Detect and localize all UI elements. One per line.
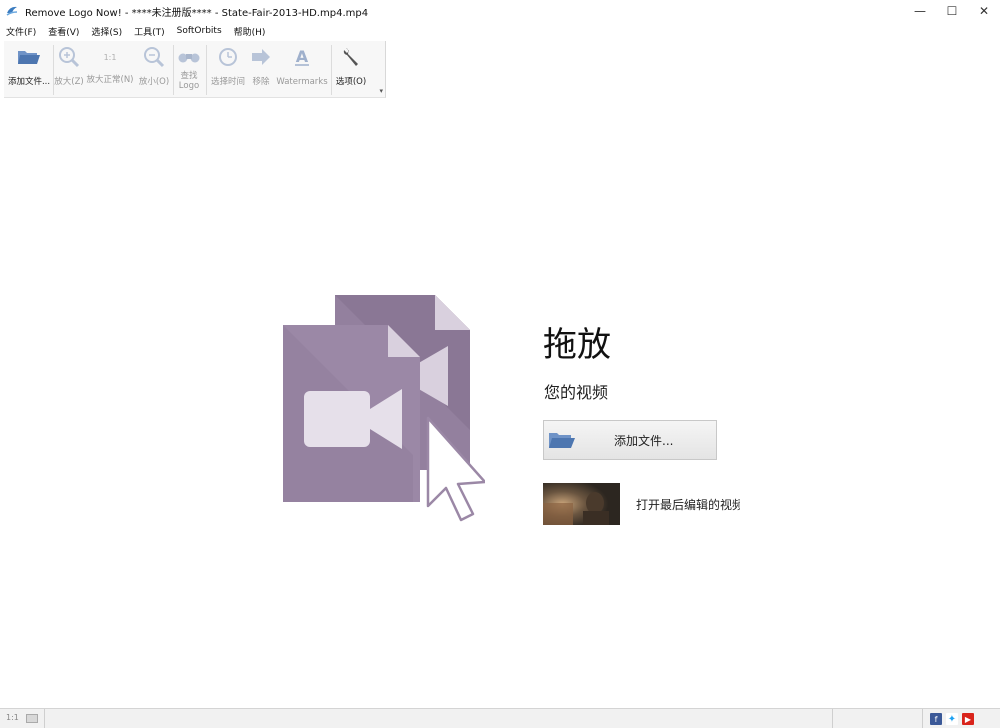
- actual-size-label: 放大正常(N): [86, 75, 134, 85]
- open-folder-icon: [549, 433, 575, 448]
- maximize-button[interactable]: ☐: [936, 0, 968, 22]
- menu-select[interactable]: 选择(S): [91, 25, 122, 38]
- window-controls: — ☐ ✕: [904, 0, 1000, 22]
- status-separator: [832, 709, 833, 728]
- add-file-label: 添加文件...: [7, 77, 51, 87]
- find-logo-button[interactable]: 查找 Logo: [175, 43, 203, 97]
- remove-button[interactable]: 移除: [249, 43, 273, 97]
- facebook-icon[interactable]: f: [930, 713, 942, 725]
- title-bar: Remove Logo Now! - ****未注册版**** - State-…: [0, 0, 1000, 22]
- status-separator: [922, 709, 923, 728]
- actual-size-button[interactable]: 1:1 放大正常(N): [85, 43, 135, 97]
- menu-help[interactable]: 帮助(H): [234, 25, 266, 38]
- drop-subtitle: 您的视频: [544, 383, 609, 402]
- watermarks-button[interactable]: A Watermarks: [275, 43, 329, 97]
- zoom-in-button[interactable]: 放大(Z): [54, 43, 84, 97]
- menu-bar: 文件(F) 查看(V) 选择(S) 工具(T) SoftOrbits 帮助(H): [0, 22, 277, 40]
- menu-tools[interactable]: 工具(T): [134, 25, 165, 38]
- zoom-out-label: 放小(O): [138, 77, 170, 87]
- options-button[interactable]: 选项(O): [333, 43, 369, 97]
- zoom-level: 1:1: [6, 713, 19, 722]
- recent-video-label[interactable]: 打开最后编辑的视频: [636, 496, 740, 513]
- status-separator: [44, 709, 45, 728]
- actual-size-icon: 1:1: [103, 52, 117, 62]
- binoculars-icon: [177, 45, 201, 69]
- drop-title: 拖放: [543, 325, 611, 365]
- add-file-button-label: 添加文件...: [614, 433, 674, 448]
- menu-file[interactable]: 文件(F): [6, 25, 36, 38]
- clock-icon: [216, 45, 240, 69]
- arrow-right-icon: [249, 45, 273, 69]
- zoom-out-button[interactable]: 放小(O): [137, 43, 171, 97]
- drop-video-illustration-icon: [283, 295, 485, 522]
- svg-text:A: A: [296, 47, 309, 66]
- social-links: f ✦ ▶: [930, 713, 974, 725]
- app-icon: [6, 6, 18, 16]
- status-bar: 1:1 f ✦ ▶: [0, 708, 1000, 728]
- youtube-icon[interactable]: ▶: [962, 713, 974, 725]
- toolbar-separator: [206, 45, 207, 95]
- watermarks-label: Watermarks: [276, 77, 328, 87]
- wrench-icon: [339, 45, 363, 69]
- minimize-button[interactable]: —: [904, 0, 936, 22]
- menu-softorbits[interactable]: SoftOrbits: [177, 26, 222, 36]
- zoom-out-icon: [142, 45, 166, 69]
- zoom-in-label: 放大(Z): [54, 77, 84, 87]
- find-logo-label-2: Logo: [178, 81, 200, 91]
- remove-label: 移除: [252, 77, 270, 87]
- find-logo-label-1: 查找: [180, 71, 198, 81]
- select-time-button[interactable]: 选择时间: [208, 43, 248, 97]
- toolbar-separator: [173, 45, 174, 95]
- add-file-toolbar-button[interactable]: 添加文件...: [6, 43, 52, 97]
- twitter-icon[interactable]: ✦: [946, 713, 958, 725]
- close-button[interactable]: ✕: [968, 0, 1000, 22]
- zoom-in-icon: [57, 45, 81, 69]
- recent-video-thumbnail[interactable]: [543, 483, 620, 525]
- watermark-text-icon: A: [290, 45, 314, 69]
- add-file-button[interactable]: 添加文件...: [543, 420, 717, 460]
- select-time-label: 选择时间: [210, 77, 245, 87]
- menu-view[interactable]: 查看(V): [48, 25, 79, 38]
- options-label: 选项(O): [335, 77, 367, 87]
- fit-screen-icon[interactable]: [26, 714, 38, 723]
- toolbar: 添加文件... 放大(Z) 1:1 放大正常(N) 放小(O) 查找 Logo …: [4, 41, 386, 98]
- toolbar-overflow-icon[interactable]: ▾: [379, 87, 383, 95]
- window-title: Remove Logo Now! - ****未注册版**** - State-…: [25, 7, 369, 19]
- open-folder-icon: [17, 45, 41, 69]
- toolbar-separator: [331, 45, 332, 95]
